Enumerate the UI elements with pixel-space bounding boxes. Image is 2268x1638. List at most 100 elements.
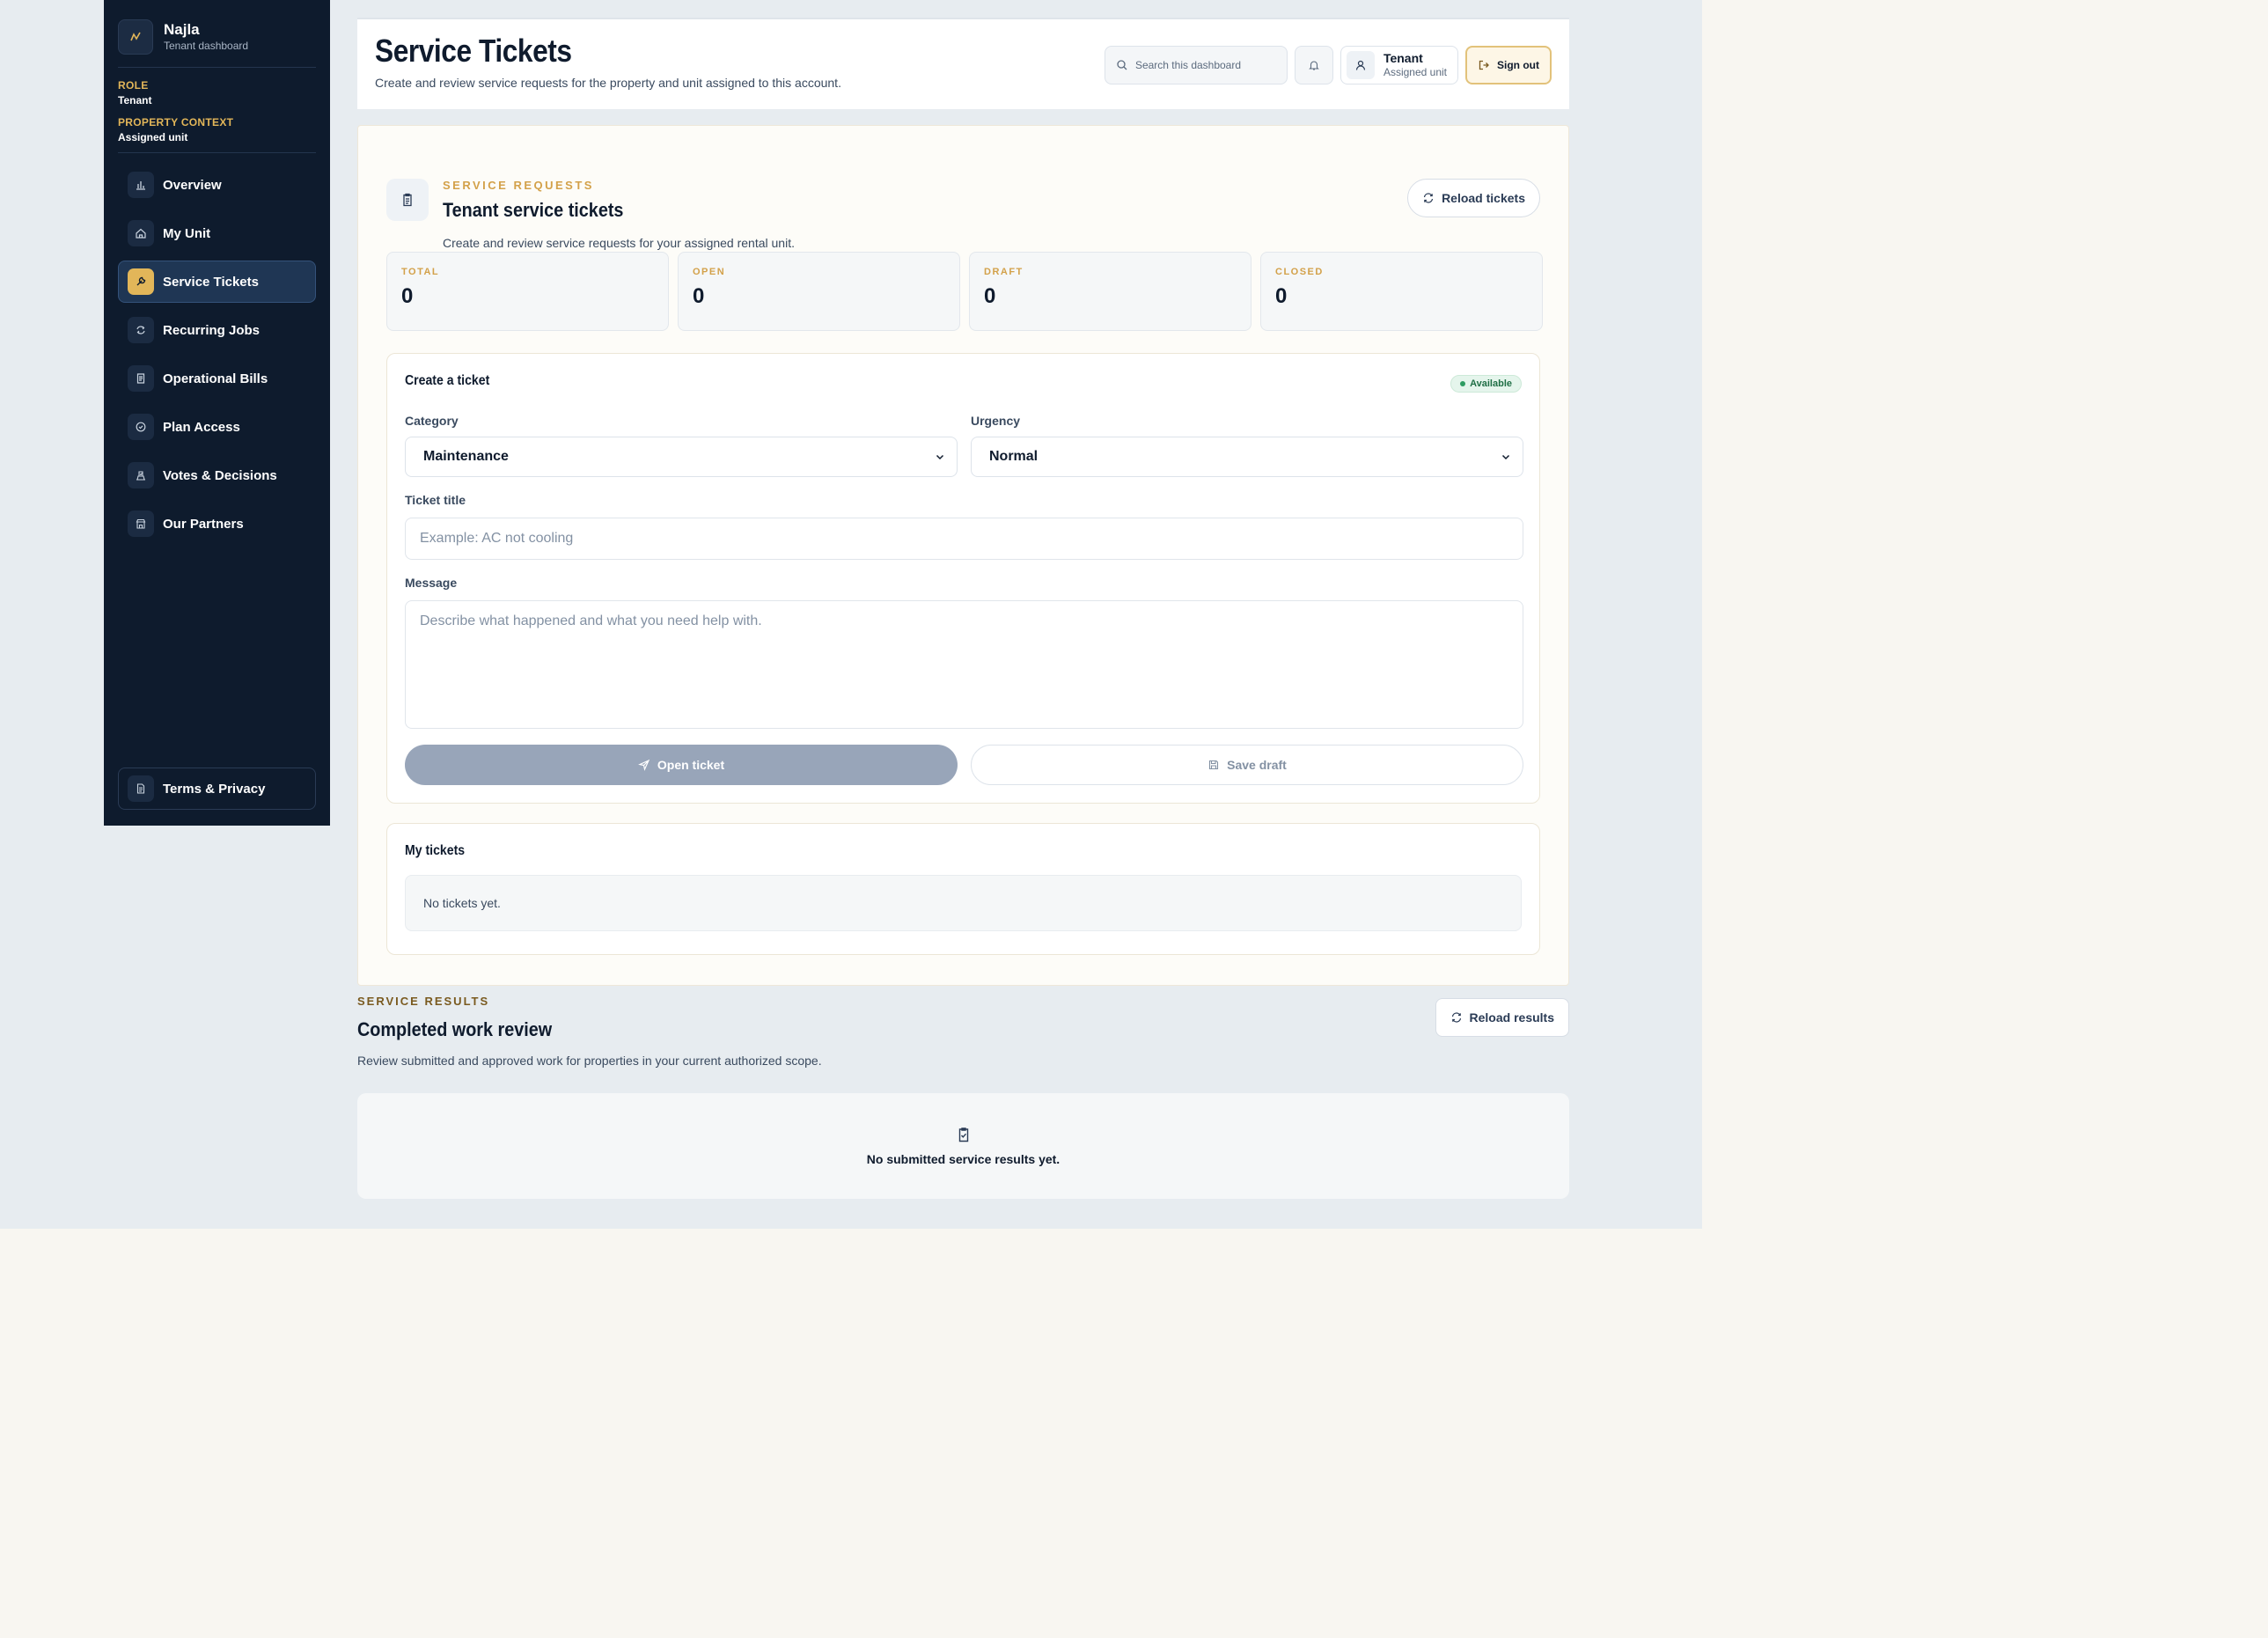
reload-tickets-button[interactable]: Reload tickets (1407, 179, 1540, 217)
stat-label: TOTAL (401, 267, 440, 277)
sidebar-item-our-partners[interactable]: Our Partners (118, 503, 316, 545)
repeat-icon (128, 317, 154, 343)
chevron-down-icon (1500, 451, 1512, 463)
user-menu[interactable]: Tenant Assigned unit (1340, 46, 1458, 84)
sidebar-item-label: Operational Bills (163, 371, 268, 386)
header-tools: Search this dashboard Tenant Assigned un… (1104, 46, 1552, 84)
terms-privacy-link[interactable]: Terms & Privacy (118, 768, 316, 810)
sidebar-item-label: Recurring Jobs (163, 322, 261, 338)
stat-label: DRAFT (984, 267, 1024, 277)
document-icon (128, 775, 154, 802)
urgency-value: Normal (989, 449, 1039, 464)
brand-name: Najla (164, 21, 200, 38)
status-dot-icon (1460, 381, 1466, 386)
my-tickets-empty: No tickets yet. (405, 875, 1522, 931)
reload-results-label: Reload results (1469, 1010, 1554, 1025)
message-textarea[interactable]: Describe what happened and what you need… (405, 600, 1523, 729)
stat-label: CLOSED (1275, 267, 1324, 277)
urgency-select[interactable]: Normal (971, 437, 1523, 477)
sidebar-item-votes-decisions[interactable]: Votes & Decisions (118, 454, 316, 496)
search-placeholder: Search this dashboard (1134, 59, 1242, 71)
create-ticket-card: Create a ticket Available Category Maint… (386, 353, 1540, 804)
status-badge: Available (1450, 375, 1522, 393)
brand-subtitle: Tenant dashboard (164, 40, 249, 52)
sidebar-item-label: Overview (163, 177, 222, 193)
sign-out-button[interactable]: Sign out (1465, 46, 1552, 84)
stat-value: 0 (984, 284, 996, 308)
open-ticket-button[interactable]: Open ticket (405, 745, 958, 785)
ticket-title-input[interactable]: Example: AC not cooling (405, 518, 1523, 560)
role-label: ROLE (118, 79, 149, 92)
service-requests-header: SERVICE REQUESTS Tenant service tickets … (386, 152, 1540, 256)
reload-tickets-label: Reload tickets (1442, 191, 1525, 205)
create-ticket-title: Create a ticket (405, 373, 490, 388)
service-requests-eyebrow: SERVICE REQUESTS (443, 179, 594, 192)
sidebar-divider (118, 152, 316, 153)
save-draft-button[interactable]: Save draft (971, 745, 1523, 785)
receipt-icon (128, 365, 154, 392)
open-ticket-label: Open ticket (657, 758, 725, 772)
category-value: Maintenance (423, 449, 509, 464)
sidebar: Najla Tenant dashboard ROLE Tenant PROPE… (104, 0, 330, 826)
bar-chart-icon (128, 172, 154, 198)
clipboard-check-icon (955, 1126, 973, 1143)
ticket-stats: TOTAL 0 OPEN 0 DRAFT 0 CLOSED 0 (386, 252, 1543, 331)
clipboard-icon (386, 179, 429, 221)
home-icon (128, 220, 154, 246)
save-icon (1207, 759, 1220, 771)
chevron-down-icon (934, 451, 946, 463)
service-results-section: SERVICE RESULTS Completed work review Re… (357, 995, 1569, 1199)
urgency-label: Urgency (971, 414, 1021, 428)
property-context-label: PROPERTY CONTEXT (118, 116, 234, 129)
logout-icon (1478, 59, 1490, 71)
reload-results-button[interactable]: Reload results (1435, 998, 1569, 1037)
refresh-icon (1450, 1011, 1463, 1024)
bell-icon (1308, 59, 1320, 71)
stat-closed: CLOSED 0 (1260, 252, 1543, 331)
send-icon (637, 759, 650, 771)
page-header: Service Tickets Create and review servic… (357, 18, 1569, 109)
store-icon (128, 510, 154, 537)
message-label: Message (405, 576, 458, 590)
stat-open: OPEN 0 (678, 252, 960, 331)
sidebar-item-service-tickets[interactable]: Service Tickets (118, 261, 316, 303)
stat-label: OPEN (693, 267, 726, 277)
service-results-eyebrow: SERVICE RESULTS (357, 995, 490, 1008)
service-requests-panel: SERVICE REQUESTS Tenant service tickets … (357, 125, 1569, 986)
service-results-title: Completed work review (357, 1018, 553, 1040)
service-requests-subtitle: Create and review service requests for y… (443, 236, 795, 250)
my-tickets-title: My tickets (405, 843, 466, 858)
sidebar-item-recurring-jobs[interactable]: Recurring Jobs (118, 309, 316, 351)
sidebar-item-label: My Unit (163, 225, 211, 241)
sidebar-item-label: Votes & Decisions (163, 467, 277, 483)
service-results-subtitle: Review submitted and approved work for p… (357, 1054, 822, 1068)
sign-out-label: Sign out (1497, 59, 1539, 71)
brand: Najla Tenant dashboard (118, 18, 316, 56)
role-value: Tenant (118, 94, 152, 107)
category-label: Category (405, 414, 459, 428)
stat-total: TOTAL 0 (386, 252, 669, 331)
stat-value: 0 (401, 284, 414, 308)
sidebar-nav: Overview My Unit Service Tickets Recurri… (118, 164, 316, 545)
sidebar-item-label: Plan Access (163, 419, 240, 435)
search-icon (1116, 59, 1128, 71)
sidebar-item-my-unit[interactable]: My Unit (118, 212, 316, 254)
notifications-button[interactable] (1294, 46, 1333, 84)
sidebar-divider (118, 67, 316, 68)
status-badge-label: Available (1470, 378, 1512, 389)
sidebar-item-operational-bills[interactable]: Operational Bills (118, 357, 316, 400)
user-name: Tenant (1383, 51, 1423, 65)
check-circle-icon (128, 414, 154, 440)
sidebar-item-plan-access[interactable]: Plan Access (118, 406, 316, 448)
property-context-value: Assigned unit (118, 131, 188, 143)
category-select[interactable]: Maintenance (405, 437, 958, 477)
sidebar-item-label: Service Tickets (163, 274, 259, 290)
service-results-empty-text: No submitted service results yet. (866, 1152, 1061, 1166)
brand-logo (118, 19, 153, 55)
sidebar-item-overview[interactable]: Overview (118, 164, 316, 206)
wrench-icon (128, 268, 154, 295)
search-input[interactable]: Search this dashboard (1104, 46, 1288, 84)
save-draft-label: Save draft (1227, 758, 1287, 772)
ticket-title-label: Ticket title (405, 493, 466, 507)
user-subtitle: Assigned unit (1383, 66, 1447, 78)
